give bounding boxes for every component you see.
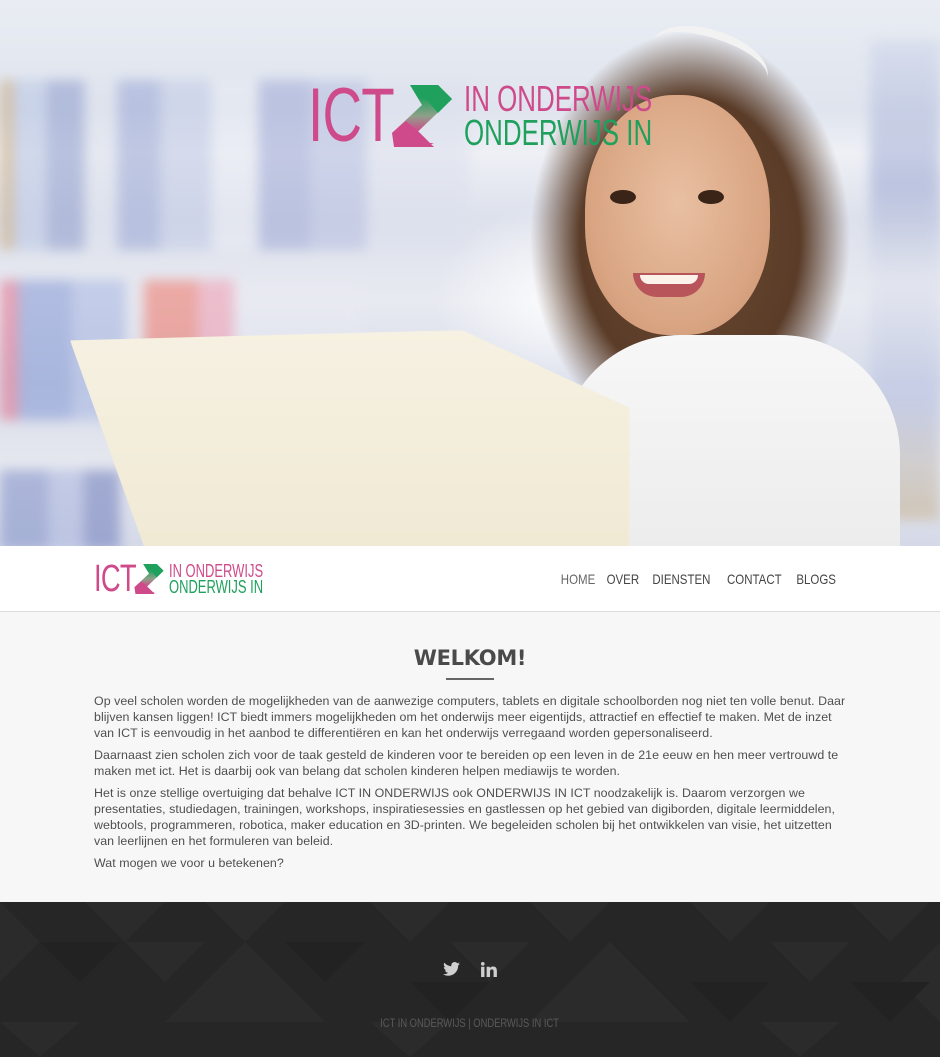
footer-copyright: ICT IN ONDERWIJS | ONDERWIJS IN ICT bbox=[0, 1016, 940, 1030]
girl-eye-left bbox=[610, 190, 636, 204]
logo-line-2: ONDERWIJS IN bbox=[464, 112, 653, 153]
title-divider bbox=[446, 678, 494, 680]
nav-item-home[interactable]: HOME bbox=[560, 571, 594, 587]
girl-eye-right bbox=[698, 190, 724, 204]
social-links bbox=[0, 960, 940, 978]
logo-arrow-icon bbox=[392, 85, 452, 147]
logo-tagline: IN ONDERWIJS ONDERWIJS IN bbox=[169, 562, 264, 597]
logo-ict-text: ICT bbox=[94, 557, 137, 600]
logo-arrow-icon bbox=[134, 563, 164, 594]
intro-paragraph: Het is onze stellige overtuiging dat beh… bbox=[94, 786, 835, 848]
nav-menu: HOME OVER DIENSTEN CONTACT BLOGS bbox=[553, 571, 840, 587]
intro-paragraph: Op veel scholen worden de mogelijkheden … bbox=[94, 694, 846, 740]
nav-item-blogs[interactable]: BLOGS bbox=[796, 571, 836, 587]
nav-item-over[interactable]: OVER bbox=[606, 571, 639, 587]
logo-tagline: IN ONDERWIJS ONDERWIJS IN bbox=[464, 78, 653, 153]
footer-copyright-text: ICT IN ONDERWIJS | ONDERWIJS IN ICT bbox=[380, 1016, 560, 1030]
linkedin-icon[interactable] bbox=[480, 960, 498, 978]
main-navbar: ICT IN ONDERWIJS ONDERWIJS IN HOME OVER … bbox=[0, 546, 940, 612]
hero-banner: ICT IN ONDERWIJS ONDERWIJS IN bbox=[0, 0, 940, 546]
logo-line-2: ONDERWIJS IN bbox=[169, 576, 264, 597]
logo-line-1: IN ONDERWIJS bbox=[464, 78, 653, 119]
site-footer: ICT IN ONDERWIJS | ONDERWIJS IN ICT bbox=[0, 902, 940, 1057]
nav-logo-link[interactable]: ICT IN ONDERWIJS ONDERWIJS IN bbox=[94, 557, 300, 600]
nav-item-contact[interactable]: CONTACT bbox=[727, 571, 782, 587]
intro-paragraph: Wat mogen we voor u betekenen? bbox=[94, 856, 284, 870]
footer-triangle-pattern bbox=[0, 902, 940, 1057]
welcome-section: WELKOM! Op veel scholen worden de mogeli… bbox=[0, 612, 940, 902]
twitter-icon[interactable] bbox=[442, 960, 460, 978]
hero-logo: ICT IN ONDERWIJS ONDERWIJS IN bbox=[308, 73, 725, 158]
nav-item-diensten[interactable]: DIENSTEN bbox=[653, 571, 711, 587]
intro-paragraph: Daarnaast zien scholen zich voor de taak… bbox=[94, 748, 839, 778]
logo-ict-text: ICT bbox=[308, 73, 395, 158]
girl-teeth bbox=[640, 275, 698, 284]
page-title: WELKOM! bbox=[413, 646, 527, 670]
bookshelf-background-bottom bbox=[0, 470, 120, 546]
